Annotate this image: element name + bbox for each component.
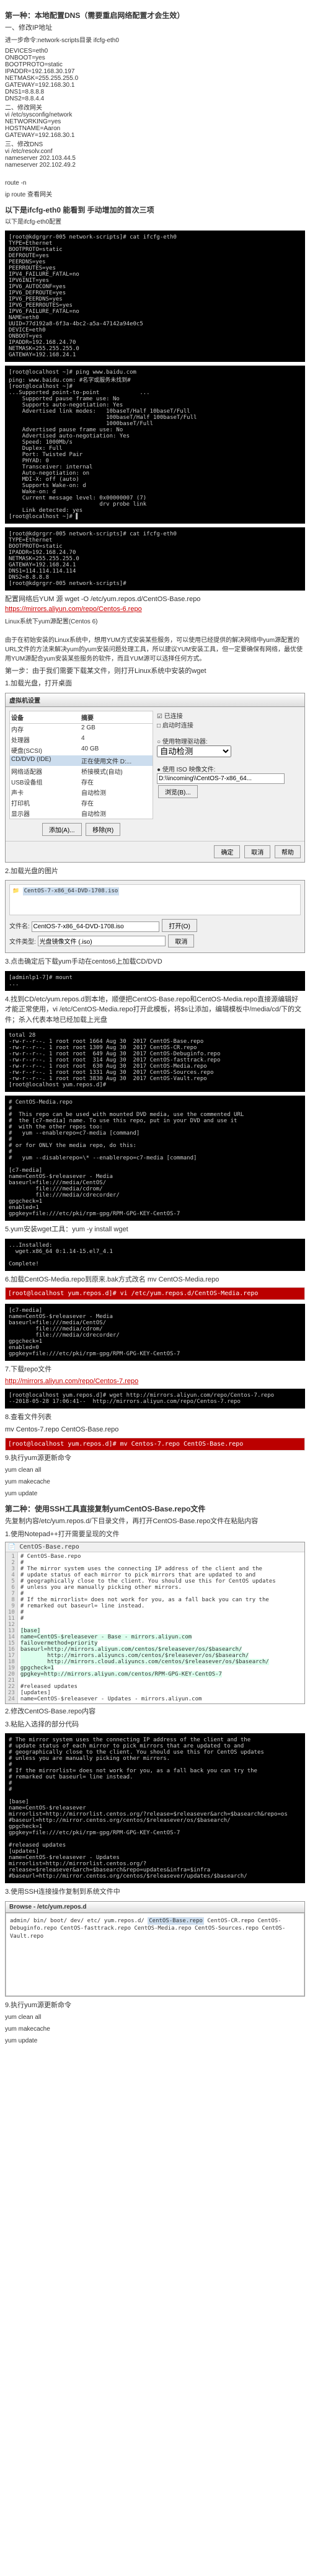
p-s1-cmd: 进一步命令:network-scripts目录 ifcfg-eth0 bbox=[5, 36, 305, 45]
term-media-edit: [c7-media] name=CentOS-$releasever - Med… bbox=[5, 1304, 305, 1361]
tree-item[interactable]: boot/ bbox=[50, 1918, 67, 1924]
p-s11-2: 9.执行yum源更新命令 bbox=[5, 2000, 305, 2011]
h-s2: 以下是ifcfg-eth0 能看到 手动增加的首次三项 bbox=[5, 204, 305, 215]
cancel-button[interactable]: 取消 bbox=[244, 845, 270, 858]
cmd-yum-clean: yum clean all bbox=[5, 1466, 305, 1475]
filetype-input[interactable] bbox=[38, 936, 166, 946]
term-ifcfg-a: [root@kdgrgrr-005 network-scripts]# cat … bbox=[5, 231, 305, 362]
ok-button[interactable]: 确定 bbox=[214, 845, 240, 858]
p-s10: 2.修改CentOS-Base.repo内容 bbox=[5, 1707, 305, 1717]
device-row[interactable]: 硬盘(SCSI)40 GB bbox=[10, 745, 153, 755]
tree-item[interactable]: CentOS-CR.repo bbox=[207, 1918, 254, 1924]
cmd-clean2: yum clean all bbox=[5, 2013, 305, 2022]
h-s1: 第一种：本地配置DNS（需要重启网络配置才会生效） bbox=[5, 10, 305, 20]
h-s9: 第二种：使用SSH工具直接复制yumCentOS-Base.repo文件 bbox=[5, 1503, 305, 1514]
link-aliyun-6[interactable]: https://mirrors.aliyun.com/repo/Centos-6… bbox=[5, 605, 142, 613]
cancel-button[interactable]: 取消 bbox=[168, 934, 194, 947]
tree-item[interactable]: CentOS-fasttrack.repo bbox=[60, 1925, 131, 1932]
p-s9-sub: 1.使用Notepad++打开需要呈现的文件 bbox=[5, 1529, 305, 1540]
iso-path-input[interactable] bbox=[157, 773, 285, 784]
block-s1-lines: DEVICES=eth0ONBOOT=yesBOOTPROTO=staticIP… bbox=[5, 48, 305, 169]
term-wget-install: ...Installed: wget.x86_64 0:1.14-15.el7_… bbox=[5, 1239, 305, 1271]
cmd-vi-media: [root@localhost yum.repos.d]# vi /etc/yu… bbox=[5, 1287, 305, 1300]
term-ping: [root@localhost ~]# ping www.baidu.com p… bbox=[5, 366, 305, 524]
cmd-update2: yum update bbox=[5, 2036, 305, 2046]
file-open-dialog: 📁 CentOS-7-x86_64-DVD-1708.iso 文件名: 打开(O… bbox=[5, 880, 305, 953]
device-row[interactable]: 显示器自动检测 bbox=[10, 808, 153, 819]
notepad-editor: 📄 CentOS-Base.repo 123456789101112131415… bbox=[5, 1542, 305, 1704]
p-s8: 8.查看文件列表 bbox=[5, 1412, 305, 1423]
tree-item[interactable]: dev/ bbox=[71, 1918, 84, 1924]
device-row[interactable]: USB设备组存在 bbox=[10, 776, 153, 787]
p-s3-desc: Linux系统下yum源配置(Centos 6) 由于在初始安装的Linux系统… bbox=[5, 617, 305, 664]
cmd-mv: [root@localhost yum.repos.d]# mv Centos-… bbox=[5, 1438, 305, 1451]
physical-drive-select[interactable]: 自动检测 bbox=[157, 745, 231, 757]
tree-item[interactable]: CentOS-Base.repo bbox=[148, 1917, 204, 1925]
remove-button[interactable]: 移除(R) bbox=[86, 823, 120, 836]
cmd-yum-make: yum makecache bbox=[5, 1477, 305, 1487]
tree-item[interactable]: bin/ bbox=[33, 1918, 47, 1924]
link-centos7-repo[interactable]: http://mirrors.aliyun.com/repo/Centos-7.… bbox=[5, 1378, 138, 1385]
p-s7: 7.下载repo文件 bbox=[5, 1365, 305, 1375]
filename-input[interactable] bbox=[32, 921, 159, 932]
chk-startup[interactable]: □ 启动时连接 bbox=[157, 720, 301, 729]
ssh-file-browser: Browse - /etc/yum.repos.d admin/ bin/ bo… bbox=[5, 1901, 305, 1997]
p-s5: 5.yum安装wget工具：yum -y install wget bbox=[5, 1224, 305, 1235]
device-row[interactable]: 内存2 GB bbox=[10, 724, 153, 734]
dialog-title: 虚拟机设置 bbox=[6, 693, 304, 707]
p-s1-sub: 一、修改IP地址 bbox=[5, 23, 305, 33]
open-button[interactable]: 打开(O) bbox=[162, 919, 197, 932]
editor-content[interactable]: # CentOS-Base.repo # # The mirror system… bbox=[18, 1552, 278, 1703]
p-route2: ip route 查看网关 bbox=[5, 190, 305, 200]
p-s9: 先复制内容/etc/yum.repos.d/下目录文件，再打开CentOS-Ba… bbox=[5, 1516, 305, 1527]
tree-item[interactable]: yum.repos.d/ bbox=[104, 1918, 144, 1924]
chk-connected[interactable]: ☑ 已连接 bbox=[157, 711, 301, 720]
p-s11: 3.使用SSH连接操作复制到系统文件中 bbox=[5, 1887, 305, 1897]
p-s4: 3.点击确定后下载yum手动在centos6上加载CD/DVD bbox=[5, 957, 305, 967]
p-s8-mv: mv Centos-7.repo CentOS-Base.repo bbox=[5, 1425, 305, 1435]
term-media-repo: # CentOS-Media.repo # # This repo can be… bbox=[5, 1096, 305, 1221]
add-button[interactable]: 添加(A)... bbox=[42, 823, 82, 836]
cmd-make2: yum makecache bbox=[5, 2024, 305, 2034]
term-wget-download: [root@localhost yum.repos.d]# wget http:… bbox=[5, 1389, 305, 1409]
p-s6: 6.加载CentOS-Media.repo到原来.bak方式改名 mv Cent… bbox=[5, 1275, 305, 1285]
term-mount: [adminlp1-7]# mount ... bbox=[5, 971, 305, 991]
p-iso: 2.加载光盘的图片 bbox=[5, 866, 305, 877]
device-row[interactable]: 网络适配器桥接模式(自动) bbox=[10, 766, 153, 776]
radio-physical[interactable]: ○ 使用物理驱动器: bbox=[157, 736, 301, 745]
p-route1: route -n bbox=[5, 178, 305, 188]
help-button[interactable]: 帮助 bbox=[275, 845, 301, 858]
term-yumlist: total 28 -rw-r--r--. 1 root root 1664 Au… bbox=[5, 1029, 305, 1092]
tree-item[interactable]: CentOS-Sources.repo bbox=[195, 1925, 259, 1932]
device-row[interactable]: 打印机存在 bbox=[10, 798, 153, 808]
vmware-settings-dialog: 虚拟机设置 设备摘要 内存2 GB 处理器4 硬盘(SCSI)40 GB CD/… bbox=[5, 693, 305, 863]
p-step1a: 1.加载光盘，打开桌面 bbox=[5, 679, 305, 689]
p-s10-2: 3.粘贴入选择的部分代码 bbox=[5, 1720, 305, 1730]
tree-item[interactable]: CentOS-Media.repo bbox=[135, 1925, 192, 1932]
p-s8-2: 9.执行yum源更新命令 bbox=[5, 1453, 305, 1464]
device-row[interactable]: CD/DVD (IDE)正在使用文件 D:... bbox=[10, 755, 153, 766]
term-ifcfg-c: [root@kdgrgrr-005 network-scripts]# cat … bbox=[5, 527, 305, 591]
editor-tab[interactable]: 📄 CentOS-Base.repo bbox=[6, 1542, 304, 1552]
cmd-yum-update: yum update bbox=[5, 1489, 305, 1498]
term-base-repo: # The mirror system uses the connecting … bbox=[5, 1733, 305, 1883]
p-s3: 配置网络后YUM 源 wget -O /etc/yum.repos.d/Cent… bbox=[5, 594, 305, 615]
device-row[interactable]: 处理器4 bbox=[10, 734, 153, 745]
browse-button[interactable]: 浏览(B)... bbox=[158, 785, 198, 798]
p-step1: 第一步：由于我们需要下载某文件，则打开Linux系统中安装的wget bbox=[5, 666, 305, 677]
device-row[interactable]: 声卡自动检测 bbox=[10, 787, 153, 798]
p-s2-sub: 以下是ifcfg-eth0配置 bbox=[5, 218, 305, 227]
tree-item[interactable]: admin/ bbox=[10, 1918, 30, 1924]
radio-iso[interactable]: ● 使用 ISO 映像文件: bbox=[157, 764, 301, 773]
tree-item[interactable]: etc/ bbox=[87, 1918, 101, 1924]
p-s4-4: 4.找到CD/etc/yum.repos.d到本地，顺便把CentOS-Base… bbox=[5, 995, 305, 1026]
